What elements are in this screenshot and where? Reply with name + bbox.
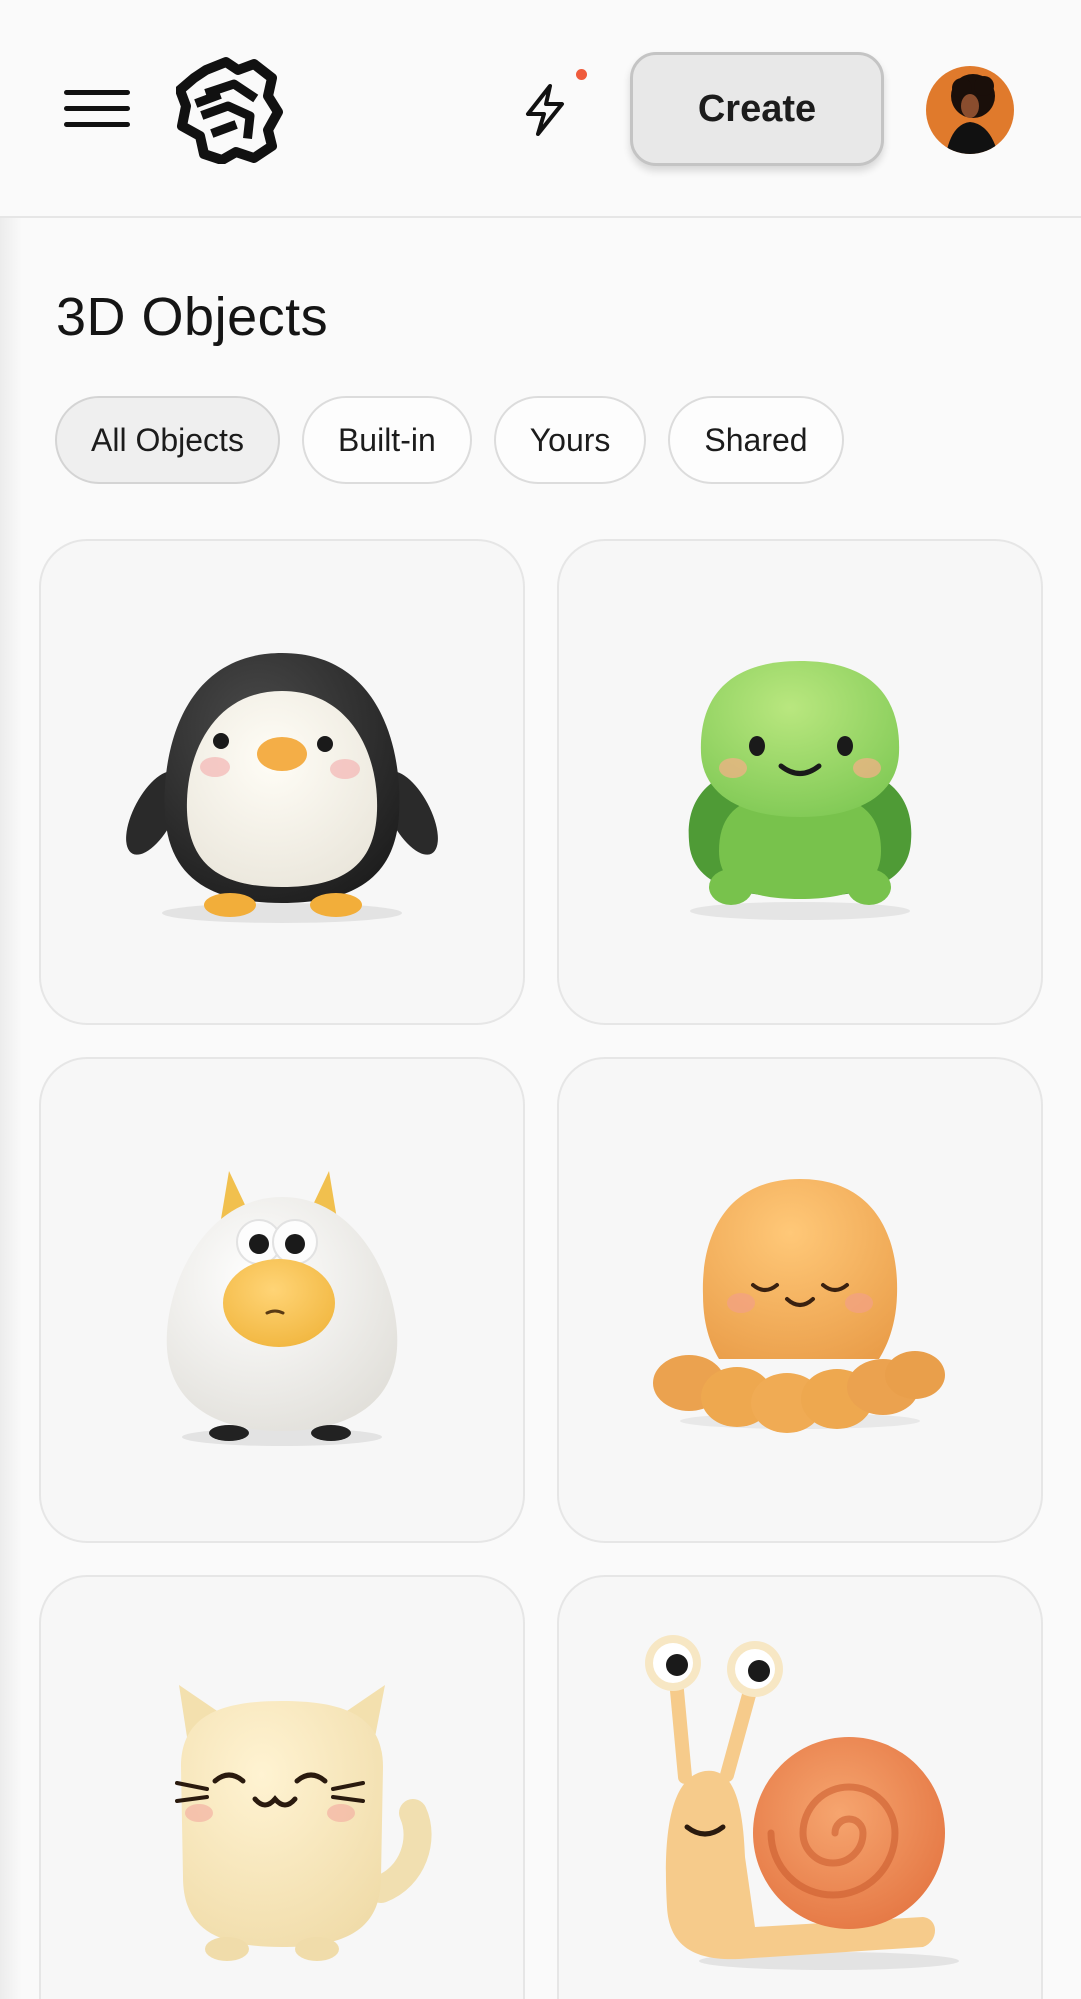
object-card-penguin[interactable] bbox=[39, 539, 525, 1025]
object-card-turtle[interactable] bbox=[557, 539, 1043, 1025]
cat-3d-object bbox=[175, 1685, 432, 1961]
hamburger-menu-icon[interactable] bbox=[64, 86, 132, 130]
object-card-fluffy-creature[interactable] bbox=[39, 1057, 525, 1543]
page-title: 3D Objects bbox=[56, 287, 329, 347]
turtle-3d-object bbox=[688, 661, 912, 920]
object-card-octopus[interactable] bbox=[557, 1057, 1043, 1543]
top-header: Create bbox=[0, 0, 1081, 218]
left-edge-shadow bbox=[0, 0, 22, 1999]
fluffy-creature-3d-object bbox=[166, 1171, 398, 1446]
create-button[interactable]: Create bbox=[630, 52, 884, 166]
lightning-bolt-icon[interactable] bbox=[516, 80, 572, 140]
filter-built-in[interactable]: Built-in bbox=[301, 396, 472, 484]
object-card-cat[interactable] bbox=[39, 1575, 525, 1999]
filter-all-objects[interactable]: All Objects bbox=[55, 396, 280, 484]
octopus-3d-object bbox=[653, 1179, 945, 1433]
snail-3d-object bbox=[645, 1635, 959, 1970]
filter-tabs: All Objects Built-in Yours Shared bbox=[55, 396, 844, 484]
filter-yours[interactable]: Yours bbox=[493, 396, 647, 484]
user-avatar[interactable] bbox=[926, 66, 1014, 154]
notification-dot bbox=[576, 69, 587, 80]
object-card-snail[interactable] bbox=[557, 1575, 1043, 1999]
filter-shared[interactable]: Shared bbox=[668, 396, 844, 484]
penguin-3d-object bbox=[126, 653, 438, 923]
brand-logo-icon[interactable] bbox=[176, 56, 284, 164]
